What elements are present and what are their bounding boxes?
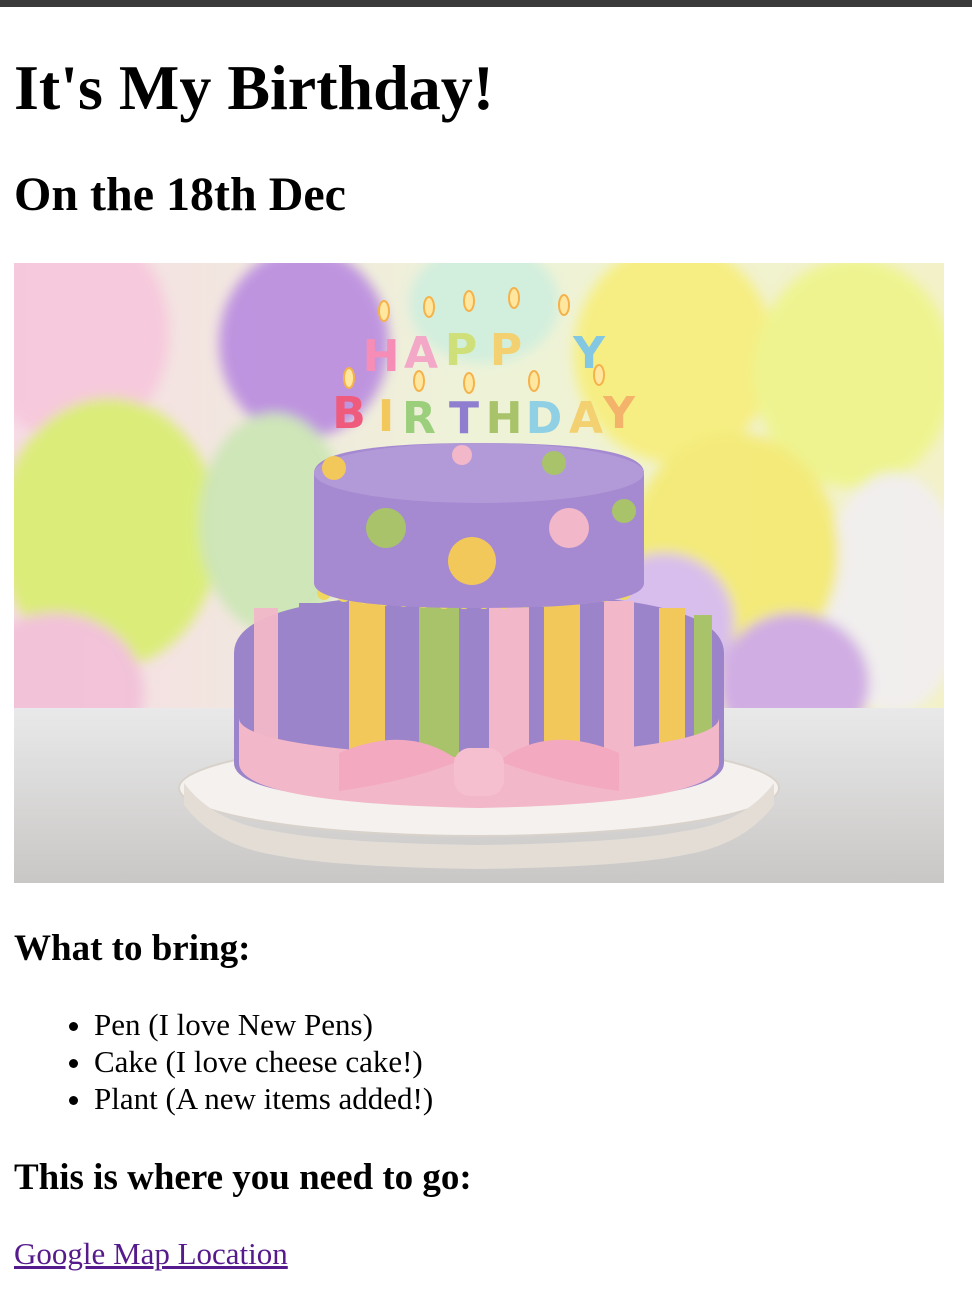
location-heading: This is where you need to go: <box>14 1157 472 1198</box>
svg-text:B: B <box>332 388 366 439</box>
svg-text:H: H <box>486 393 523 444</box>
svg-text:I: I <box>378 391 394 442</box>
birthday-cake-illustration: H A P P Y B I R T H D A Y <box>14 263 944 883</box>
svg-text:R: R <box>402 393 436 444</box>
bring-list: Pen (I love New Pens) Cake (I love chees… <box>14 1006 433 1117</box>
svg-text:D: D <box>526 393 563 444</box>
birthday-cake-image: H A P P Y B I R T H D A Y <box>14 263 944 883</box>
event-date-heading: On the 18th Dec <box>14 168 346 221</box>
page-title: It's My Birthday! <box>14 52 494 123</box>
svg-text:A: A <box>569 393 603 444</box>
list-item: Cake (I love cheese cake!) <box>94 1043 433 1080</box>
svg-text:P: P <box>490 325 522 376</box>
svg-text:Y: Y <box>602 388 636 439</box>
list-item: Pen (I love New Pens) <box>94 1006 433 1043</box>
svg-text:T: T <box>449 393 479 444</box>
svg-text:H: H <box>363 331 400 382</box>
google-map-link[interactable]: Google Map Location <box>14 1234 288 1274</box>
svg-text:P: P <box>445 325 477 376</box>
window-top-bar <box>0 0 972 7</box>
list-item: Plant (A new items added!) <box>94 1080 433 1117</box>
what-to-bring-heading: What to bring: <box>14 928 251 969</box>
